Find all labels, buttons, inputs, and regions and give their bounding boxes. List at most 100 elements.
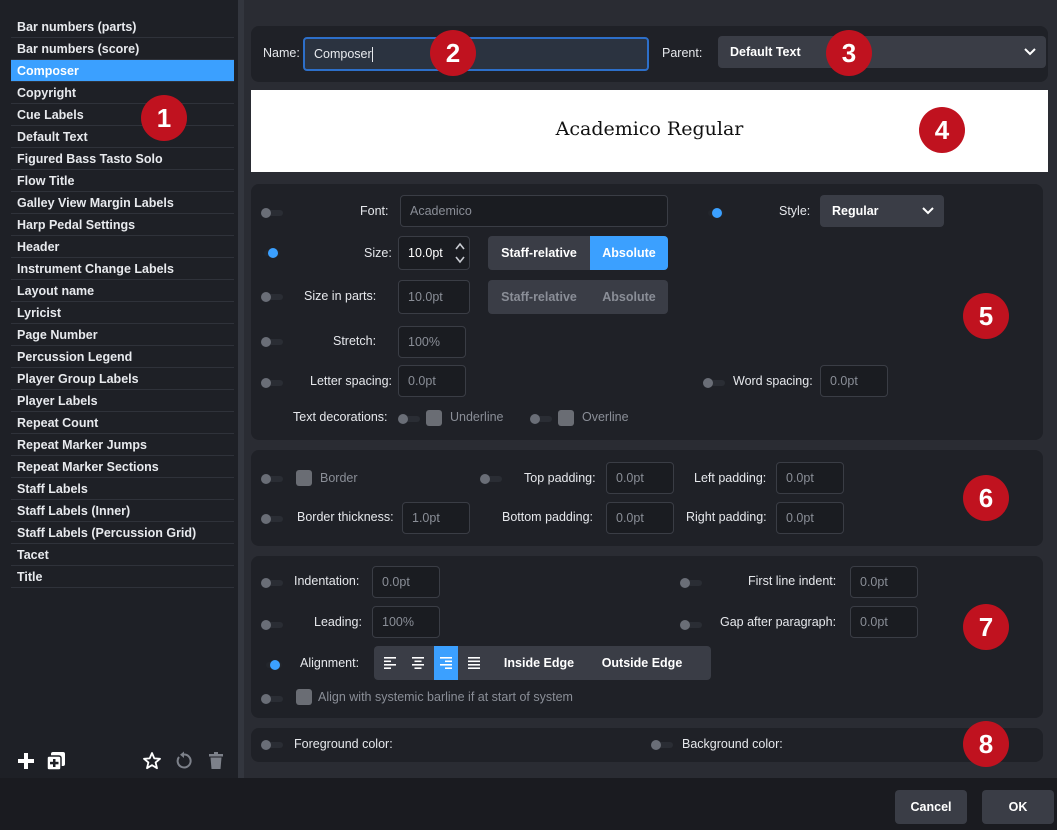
style-item-bar-numbers-score[interactable]: Bar numbers (score) [11,38,234,60]
trash-icon[interactable] [204,748,228,774]
underline-checkbox[interactable] [426,410,442,426]
dialog-footer: Cancel OK [0,778,1057,830]
spinner-arrows-icon[interactable] [454,240,466,266]
name-label: Name: [263,46,300,60]
text-cursor [371,46,373,62]
right-padding-field[interactable]: 0.0pt [776,502,844,534]
alignment-toggle[interactable] [266,660,288,670]
foreground-color-label: Foreground color: [294,737,393,751]
ok-button[interactable]: OK [982,790,1054,824]
style-item-cue-labels[interactable]: Cue Labels [11,104,234,126]
border-thickness-field[interactable]: 1.0pt [402,502,470,534]
stretch-toggle[interactable] [261,337,283,347]
border-thickness-toggle[interactable] [261,514,283,524]
absolute-parts-button[interactable]: Absolute [590,280,668,314]
chevron-down-icon [1024,48,1036,56]
style-item-tacet[interactable]: Tacet [11,544,234,566]
border-toggle[interactable] [261,474,283,484]
word-spacing-field[interactable]: 0.0pt [820,365,888,397]
overline-checkbox[interactable] [558,410,574,426]
outside-edge-button[interactable]: Outside Edge [592,646,692,680]
style-item-bar-numbers-parts[interactable]: Bar numbers (parts) [11,16,234,38]
size-in-parts-field[interactable]: 10.0pt [398,280,470,314]
stretch-field[interactable]: 100% [398,326,466,358]
style-item-staff-labels[interactable]: Staff Labels [11,478,234,500]
foreground-color-toggle[interactable] [261,740,283,750]
align-barline-checkbox[interactable] [296,689,312,705]
style-item-staff-labels-percussion[interactable]: Staff Labels (Percussion Grid) [11,522,234,544]
leading-field[interactable]: 100% [372,606,440,638]
staff-relative-button[interactable]: Staff-relative [488,236,590,270]
style-item-player-labels[interactable]: Player Labels [11,390,234,412]
align-center-icon[interactable] [406,646,430,680]
top-padding-toggle[interactable] [480,474,502,484]
font-toggle[interactable] [261,208,283,218]
first-line-indent-field[interactable]: 0.0pt [850,566,918,598]
word-spacing-toggle[interactable] [703,378,725,388]
style-item-repeat-marker-sections[interactable]: Repeat Marker Sections [11,456,234,478]
top-padding-field[interactable]: 0.0pt [606,462,674,494]
style-label: Style: [779,204,811,218]
style-item-repeat-marker-jumps[interactable]: Repeat Marker Jumps [11,434,234,456]
style-item-header[interactable]: Header [11,236,234,258]
font-field[interactable]: Academico [400,195,668,227]
style-item-figured-bass[interactable]: Figured Bass Tasto Solo [11,148,234,170]
plus-icon[interactable] [14,748,38,774]
staff-relative-parts-button[interactable]: Staff-relative [488,280,590,314]
first-line-indent-toggle[interactable] [680,578,702,588]
left-padding-label: Left padding: [694,471,767,485]
style-item-galley-view[interactable]: Galley View Margin Labels [11,192,234,214]
overline-toggle[interactable] [530,414,552,424]
absolute-button[interactable]: Absolute [590,236,668,270]
style-item-instrument-change[interactable]: Instrument Change Labels [11,258,234,280]
top-padding-value: 0.0pt [616,471,644,485]
style-item-repeat-count[interactable]: Repeat Count [11,412,234,434]
style-item-composer[interactable]: Composer [11,60,234,82]
style-item-lyricist[interactable]: Lyricist [11,302,234,324]
style-item-page-number[interactable]: Page Number [11,324,234,346]
inside-edge-button[interactable]: Inside Edge [486,646,592,680]
indentation-toggle[interactable] [261,578,283,588]
gap-after-paragraph-toggle[interactable] [680,620,702,630]
name-value: Composer [314,47,372,61]
style-item-staff-labels-inner[interactable]: Staff Labels (Inner) [11,500,234,522]
style-item-layout-name[interactable]: Layout name [11,280,234,302]
size-toggle[interactable] [264,248,286,258]
callout-2: 2 [430,30,476,76]
align-right-icon[interactable] [434,646,458,680]
name-field[interactable]: Composer [303,37,649,71]
splitter[interactable] [238,0,244,778]
align-barline-toggle[interactable] [261,694,283,704]
parent-dropdown[interactable]: Default Text [718,36,1046,68]
style-item-copyright[interactable]: Copyright [11,82,234,104]
letter-spacing-field[interactable]: 0.0pt [398,365,466,397]
style-item-title[interactable]: Title [11,566,234,588]
duplicate-icon[interactable] [44,748,68,774]
background-color-toggle[interactable] [651,740,673,750]
bottom-padding-label: Bottom padding: [502,510,594,524]
indentation-field[interactable]: 0.0pt [372,566,440,598]
style-toggle[interactable] [708,208,730,218]
style-item-player-group-labels[interactable]: Player Group Labels [11,368,234,390]
border-checkbox[interactable] [296,470,312,486]
alignment-buttons: Inside Edge Outside Edge [374,646,711,680]
reset-icon[interactable] [172,748,196,774]
bottom-padding-field[interactable]: 0.0pt [606,502,674,534]
star-icon[interactable] [140,748,164,774]
align-justify-icon[interactable] [462,646,486,680]
style-dropdown[interactable]: Regular [820,195,944,227]
size-in-parts-toggle[interactable] [261,292,283,302]
leading-toggle[interactable] [261,620,283,630]
letter-spacing-toggle[interactable] [261,378,283,388]
gap-after-paragraph-field[interactable]: 0.0pt [850,606,918,638]
style-item-default-text[interactable]: Default Text [11,126,234,148]
left-padding-field[interactable]: 0.0pt [776,462,844,494]
style-item-harp-pedal[interactable]: Harp Pedal Settings [11,214,234,236]
cancel-button[interactable]: Cancel [895,790,967,824]
edit-paragraph-styles-dialog: Bar numbers (parts) Bar numbers (score) … [0,0,1057,830]
style-item-flow-title[interactable]: Flow Title [11,170,234,192]
underline-toggle[interactable] [398,414,420,424]
style-item-percussion-legend[interactable]: Percussion Legend [11,346,234,368]
align-left-icon[interactable] [378,646,402,680]
leading-label: Leading: [314,615,362,629]
